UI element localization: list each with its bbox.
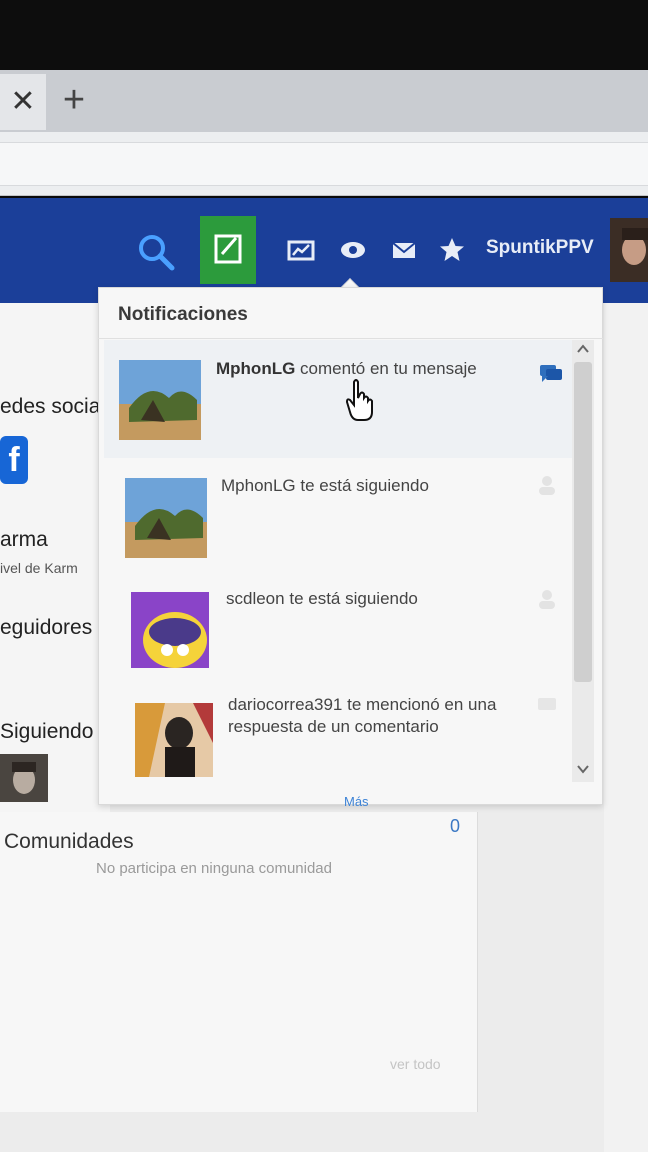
following-avatar[interactable] [0,754,48,802]
communities-empty-text: No participa en ninguna comunidad [96,860,332,877]
communities-count: 0 [450,816,461,836]
address-bar[interactable] [0,142,648,186]
social-networks-heading: edes socia [0,395,101,418]
tab-close-button[interactable]: ✕ [0,74,46,130]
notification-avatar[interactable] [119,360,201,440]
notifications-header: Notificaciones [118,304,248,325]
notification-text: MphonLG comentó en tu mensaje [216,358,516,380]
communities-heading: Comunidades [4,830,134,853]
follow-icon [534,588,560,610]
follow-icon [534,474,560,496]
stats-icon[interactable] [286,235,316,265]
new-tab-button[interactable]: + [56,80,92,120]
notification-user[interactable]: MphonLG [221,476,296,495]
search-icon[interactable] [136,232,176,272]
notification-user[interactable]: scdleon [226,589,285,608]
karma-heading: arma [0,528,48,551]
more-notifications-link[interactable]: Más [344,794,369,809]
divider [98,338,603,339]
eye-icon[interactable] [338,235,368,265]
write-post-button[interactable] [200,216,256,284]
notification-avatar[interactable] [135,703,213,777]
mention-icon [534,694,560,716]
notification-avatar[interactable] [131,592,209,668]
notification-text: scdleon te está siguiendo [226,588,526,610]
right-column [604,303,648,1152]
scroll-down-arrow-icon[interactable] [574,760,592,778]
mail-icon[interactable] [389,235,419,265]
hand-cursor-icon [344,378,380,424]
notification-user[interactable]: dariocorrea391 [228,695,342,714]
notification-action: comentó en tu mensaje [300,359,477,378]
notification-avatar[interactable] [125,478,207,558]
communities-see-all-link[interactable]: ver todo [390,1056,441,1072]
following-heading: Siguiendo [0,720,94,743]
facebook-icon[interactable]: f [0,436,28,484]
karma-level-label: ivel de Karm [0,560,78,576]
tab-strip [0,70,648,132]
scrollbar-thumb[interactable] [574,362,592,682]
notification-action: te está siguiendo [289,589,418,608]
followers-heading: eguidores [0,616,93,639]
notification-text: MphonLG te está siguiendo [221,475,521,497]
scroll-up-arrow-icon[interactable] [574,340,592,358]
username-link[interactable]: SpuntikPPV [486,237,594,259]
comment-icon [538,362,564,384]
user-avatar[interactable] [610,218,648,282]
write-icon [214,234,242,264]
star-icon[interactable] [437,235,467,265]
notification-action: te está siguiendo [300,476,429,495]
notification-text: dariocorrea391 te mencionó en una respue… [228,694,518,738]
notification-user[interactable]: MphonLG [216,359,295,378]
monitor-bezel [0,0,648,70]
